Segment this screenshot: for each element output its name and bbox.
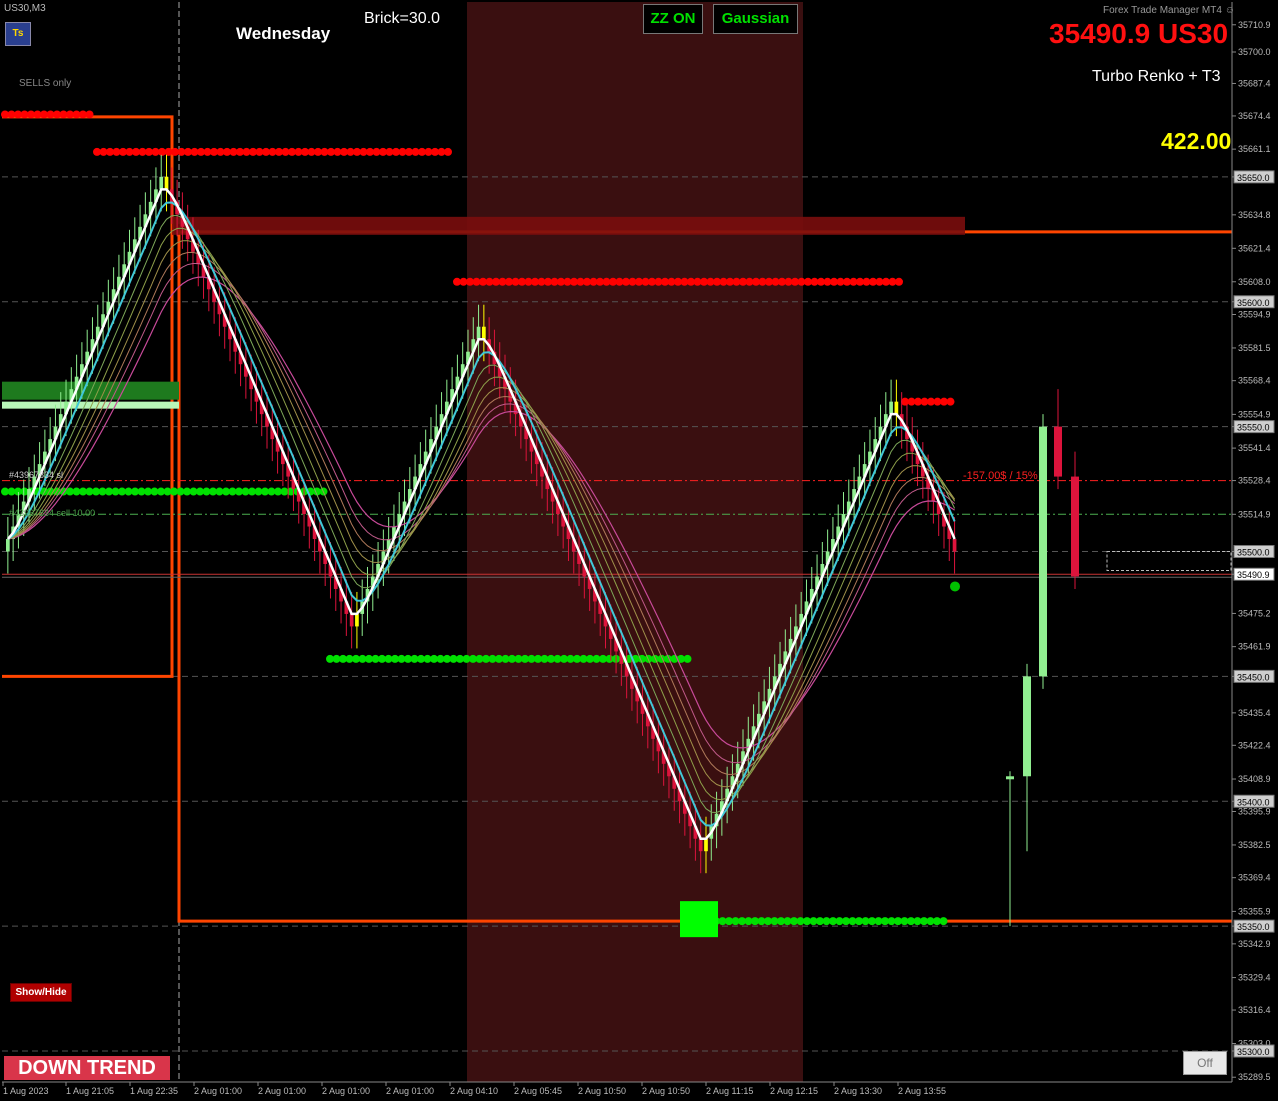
renko-brick [159, 176, 164, 190]
time-candle-body [1071, 476, 1079, 577]
sells-only-label: SELLS only [19, 78, 72, 89]
renko-brick [355, 613, 359, 627]
time-tick-label: 2 Aug 10:50 [578, 1086, 626, 1096]
price-tick-label: 35568.4 [1238, 376, 1271, 386]
ts-logo-icon: Ts [5, 22, 31, 46]
price-tick-label: 35621.4 [1238, 243, 1271, 253]
resistance-zone-band [172, 216, 965, 235]
ftm-label: Forex Trade Manager MT4 ☺ [1103, 5, 1235, 16]
price-tick-label: 35514.9 [1238, 509, 1271, 519]
price-tick-label: 35475.2 [1238, 608, 1271, 618]
time-tick-label: 2 Aug 01:00 [386, 1086, 434, 1096]
renko-brick [6, 539, 10, 552]
time-tick-label: 2 Aug 13:55 [898, 1086, 946, 1096]
smiley-icon: ☺ [1224, 5, 1235, 16]
chart-mode-label: Turbo Renko + T3 [1092, 68, 1221, 85]
price-tick-label: 35329.4 [1238, 973, 1271, 983]
price-tick-label: 35700.0 [1238, 47, 1271, 57]
price-tick-label: 35289.5 [1238, 1072, 1271, 1082]
price-tick-label: 35316.4 [1238, 1005, 1271, 1015]
price-level-label: 35550.0 [1237, 423, 1270, 433]
renko-brick [704, 838, 708, 852]
renko-brick [894, 401, 899, 415]
price-tick-label: 35435.4 [1238, 708, 1271, 718]
price-chart[interactable]: 35710.9 35700.0 35687.4 35674.4 35661.1 35650… [0, 0, 1278, 1101]
price-tick-label: 35634.8 [1238, 210, 1271, 220]
renko-brick [889, 401, 893, 415]
zigzag-toggle-button[interactable]: ZZ ON [643, 4, 703, 34]
weekday-label: Wednesday [236, 24, 331, 43]
resistance-dot [946, 397, 955, 406]
order-sl-label: #43967834 sl [9, 470, 64, 480]
time-tick-label: 2 Aug 12:15 [770, 1086, 818, 1096]
price-level-label: 35300.0 [1237, 1047, 1270, 1057]
price-tick-label: 35608.0 [1238, 277, 1271, 287]
renko-brick [952, 539, 957, 552]
price-level-label: 35400.0 [1237, 797, 1270, 807]
price-tick-label: 35674.4 [1238, 111, 1271, 121]
price-level-label: 35490.9 [1237, 570, 1270, 580]
pnl-value: 422.00 [1161, 128, 1232, 154]
time-tick-label: 2 Aug 05:45 [514, 1086, 562, 1096]
price-tag-box [1106, 551, 1232, 571]
price-level-label: 35450.0 [1237, 672, 1270, 682]
order-entry-label: #43967834 sell 10.00 [9, 508, 96, 518]
renko-brick [698, 838, 703, 852]
price-tick-label: 35661.1 [1238, 144, 1271, 154]
price-tick-label: 35382.5 [1238, 840, 1271, 850]
price-tick-label: 35422.4 [1238, 740, 1271, 750]
price-tick-label: 35594.9 [1238, 309, 1271, 319]
show-hide-button[interactable]: Show/Hide [10, 983, 72, 1002]
price-tick-label: 35369.4 [1238, 873, 1271, 883]
support-zone-band [2, 381, 179, 400]
chart-title: US30,M3 [4, 3, 46, 14]
tp-label: -157.00$ / 15% [963, 470, 1038, 482]
price-level-label: 35650.0 [1237, 173, 1270, 183]
time-candle-body [1006, 776, 1014, 780]
time-tick-label: 2 Aug 10:50 [642, 1086, 690, 1096]
price-tick-label: 35461.9 [1238, 642, 1271, 652]
price-tick-label: 35355.9 [1238, 906, 1271, 916]
zigzag-low-marker [680, 901, 718, 938]
resistance-dot [444, 147, 452, 156]
renko-brick [482, 326, 486, 340]
current-price-display: 35490.9 US30 [1049, 18, 1229, 49]
brick-size-label: Brick=30.0 [364, 10, 441, 27]
price-tick-label: 35687.4 [1238, 78, 1271, 88]
support-dot [683, 654, 692, 663]
trend-badge: DOWN TREND [4, 1056, 170, 1080]
price-tick-label: 35581.5 [1238, 343, 1271, 353]
resistance-dot [895, 277, 903, 286]
price-tick-label: 35408.9 [1238, 774, 1271, 784]
time-tick-label: 2 Aug 01:00 [322, 1086, 370, 1096]
resistance-dot [85, 110, 94, 119]
time-tick-label: 2 Aug 04:10 [450, 1086, 498, 1096]
time-tick-label: 1 Aug 2023 [3, 1086, 49, 1096]
zigzag-point-icon [950, 581, 960, 592]
price-tick-label: 35395.9 [1238, 806, 1271, 816]
renko-brick [476, 326, 481, 340]
price-level-label: 35350.0 [1237, 922, 1270, 932]
price-tick-label: 35342.9 [1238, 939, 1271, 949]
off-button[interactable]: Off [1183, 1051, 1227, 1075]
price-tick-label: 35554.9 [1238, 409, 1271, 419]
price-level-label: 35600.0 [1237, 298, 1270, 308]
time-tick-label: 1 Aug 22:35 [130, 1086, 178, 1096]
renko-brick [164, 176, 169, 190]
time-candle-body [1039, 426, 1047, 677]
time-candle-body [1054, 426, 1062, 477]
gaussian-toggle-button[interactable]: Gaussian [713, 4, 798, 34]
time-tick-label: 2 Aug 01:00 [258, 1086, 306, 1096]
price-tick-label: 35528.4 [1238, 476, 1271, 486]
time-tick-label: 2 Aug 01:00 [194, 1086, 242, 1096]
price-level-label: 35500.0 [1237, 548, 1270, 558]
price-tick-label: 35541.4 [1238, 443, 1271, 453]
time-tick-label: 1 Aug 21:05 [66, 1086, 114, 1096]
renko-brick [349, 613, 354, 627]
time-tick-label: 2 Aug 13:30 [834, 1086, 882, 1096]
time-tick-label: 2 Aug 11:15 [706, 1086, 753, 1096]
support-dot [939, 917, 948, 926]
time-candle-body [1023, 676, 1031, 777]
price-tick-label: 35710.9 [1238, 20, 1271, 30]
